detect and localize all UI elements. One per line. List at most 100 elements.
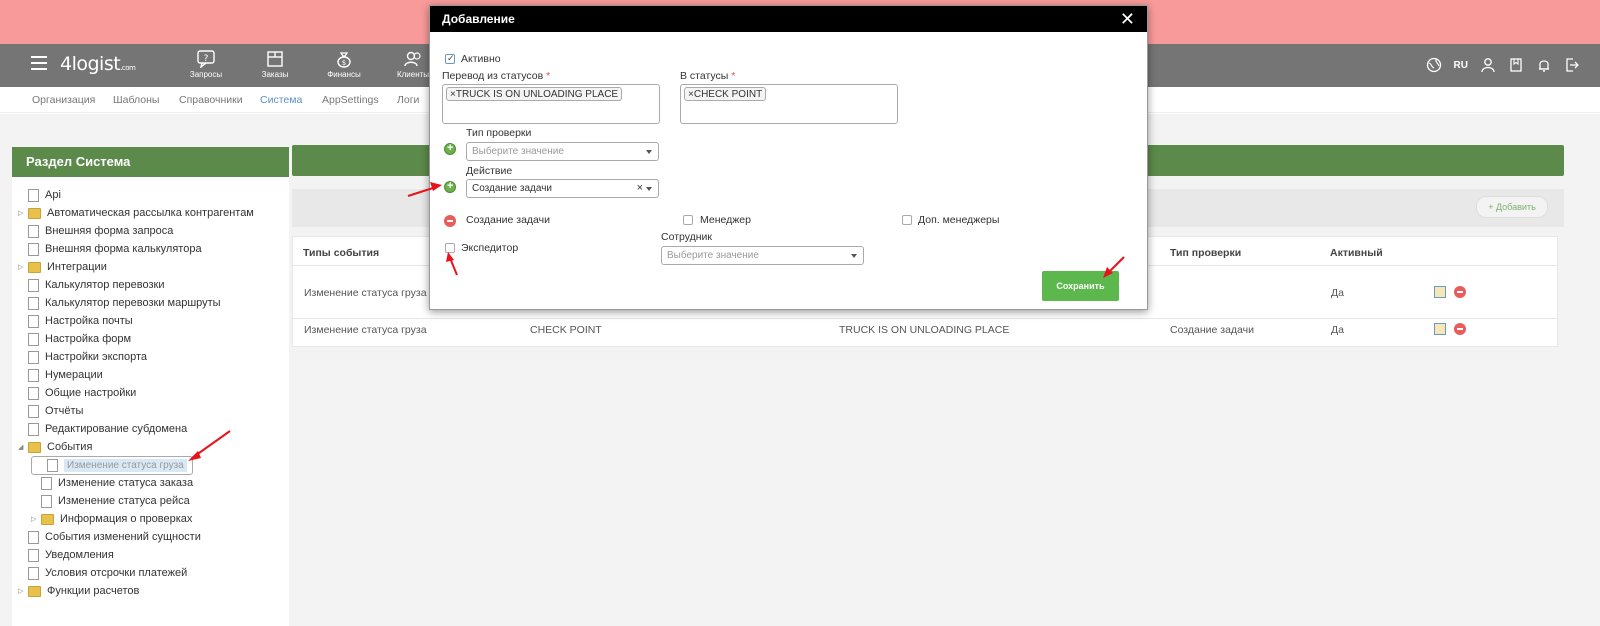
subnav-logs[interactable]: Логи <box>397 94 419 106</box>
document-icon <box>28 404 39 418</box>
app-logo[interactable]: 4logist.com <box>60 53 136 75</box>
sidebar-item-label: Внешняя форма калькулятора <box>45 243 202 255</box>
nav-clients-label: Клиенты <box>396 70 430 79</box>
sidebar-folder[interactable]: ▷ Интеграции <box>18 258 107 276</box>
sidebar-item-label: Условия отсрочки платежей <box>45 567 188 579</box>
clear-icon[interactable]: × <box>637 182 643 194</box>
sidebar-item[interactable]: Редактирование субдомена <box>18 420 187 438</box>
manager-label: Менеджер <box>700 214 751 226</box>
nav-finance[interactable]: $ Финансы <box>317 50 371 79</box>
sidebar-item[interactable]: Изменение статуса груза <box>31 456 193 475</box>
edit-icon[interactable] <box>1434 323 1446 335</box>
row2-check-type: Создание задачи <box>1170 324 1254 336</box>
sidebar-item[interactable]: Настройки экспорта <box>18 348 147 366</box>
from-statuses-text: Перевод из статусов <box>442 70 544 82</box>
caret-down-icon[interactable]: ◢ <box>18 443 28 451</box>
sidebar-item[interactable]: Внешняя форма запроса <box>18 222 173 240</box>
sidebar-item-label: Калькулятор перевозки маршруты <box>45 297 221 309</box>
sidebar-item[interactable]: Api <box>18 186 61 204</box>
employee-label: Сотрудник <box>661 231 713 243</box>
language-selector[interactable]: RU <box>1454 60 1468 71</box>
subnav-templates[interactable]: Шаблоны <box>113 94 159 106</box>
remove-action-icon[interactable] <box>444 215 456 227</box>
sidebar-item-label: Настройка почты <box>45 315 133 327</box>
sidebar-item[interactable]: Изменение статуса рейса <box>31 492 190 510</box>
sidebar-item-label: Нумерации <box>45 369 103 381</box>
dialog-title: Добавление <box>442 12 515 26</box>
sidebar-item[interactable]: Условия отсрочки платежей <box>18 564 187 582</box>
sidebar-item-label: Внешняя форма запроса <box>45 225 174 237</box>
sidebar-item[interactable]: Калькулятор перевозки <box>18 276 164 294</box>
action-label: Действие <box>466 165 513 177</box>
document-icon <box>28 242 39 256</box>
sidebar-item[interactable]: Настройка почты <box>18 312 133 330</box>
sidebar-item-label: Интеграции <box>47 261 107 273</box>
logout-icon[interactable] <box>1564 57 1580 73</box>
add-check-type-icon[interactable] <box>444 142 456 155</box>
subnav-organization[interactable]: Организация <box>32 94 95 106</box>
row-divider <box>293 318 1557 319</box>
sidebar-folder[interactable]: ▷ Автоматическая рассылка контрагентам <box>18 204 254 222</box>
check-type-select[interactable]: Выберите значение <box>466 142 659 161</box>
to-status-tag[interactable]: ×CHECK POINT <box>684 87 767 101</box>
globe-icon[interactable] <box>1426 57 1442 73</box>
action-select[interactable]: Создание задачи × <box>466 179 659 198</box>
user-icon[interactable] <box>1480 57 1496 73</box>
bell-icon[interactable] <box>1536 57 1552 73</box>
sidebar-item-label: Api <box>45 189 61 201</box>
sidebar-folder[interactable]: ▷ Функции расчетов <box>18 582 139 600</box>
sidebar-item-label: Настройка форм <box>45 333 132 345</box>
sidebar-item-label: Функции расчетов <box>47 585 140 597</box>
sidebar-item-label: Калькулятор перевозки <box>45 279 165 291</box>
sidebar-item-label: Изменение статуса заказа <box>58 477 194 489</box>
sidebar-item[interactable]: Общие настройки <box>18 384 136 402</box>
caret-right-icon[interactable]: ▷ <box>18 587 28 595</box>
nav-finance-label: Финансы <box>327 70 361 79</box>
to-statuses-field[interactable]: ×CHECK POINT <box>680 84 898 124</box>
active-checkbox[interactable] <box>445 53 455 64</box>
sidebar-item[interactable]: Уведомления <box>18 546 114 564</box>
subnav-references[interactable]: Справочники <box>179 94 243 106</box>
sidebar-folder[interactable]: ◢ События <box>18 438 92 456</box>
annotation-arrow <box>446 252 458 276</box>
sidebar-folder[interactable]: ▷ Информация о проверках <box>31 510 192 528</box>
caret-right-icon[interactable]: ▷ <box>18 263 28 271</box>
document-icon <box>28 224 39 238</box>
sidebar-item-label: Автоматическая рассылка контрагентам <box>47 207 254 219</box>
sidebar-item[interactable]: Отчёты <box>18 402 83 420</box>
delete-icon[interactable] <box>1454 286 1466 298</box>
column-header-event-type: Типы события <box>303 247 380 259</box>
folder-icon <box>28 441 41 453</box>
extra-managers-checkbox[interactable] <box>902 215 912 225</box>
plus-icon: + <box>1488 202 1496 212</box>
sidebar-item-label: События изменений сущности <box>45 531 201 543</box>
sidebar-item[interactable]: Внешняя форма калькулятора <box>18 240 202 258</box>
to-statuses-text: В статусы <box>680 70 729 82</box>
sidebar-item[interactable]: Настройка форм <box>18 330 131 348</box>
subnav-system[interactable]: Система <box>260 94 302 106</box>
menu-icon[interactable] <box>31 56 47 70</box>
to-status-tag-label: CHECK POINT <box>693 89 763 100</box>
edit-icon[interactable] <box>1434 286 1446 298</box>
employee-select[interactable]: Выберите значение <box>661 246 864 265</box>
dialog-header: Добавление ✕ <box>430 6 1147 32</box>
sidebar-item[interactable]: Нумерации <box>18 366 103 384</box>
manager-checkbox[interactable] <box>683 215 693 225</box>
nav-requests[interactable]: ? Запросы <box>179 50 233 79</box>
sidebar: Раздел Система Api ▷ Автоматическая рассыл… <box>12 147 289 626</box>
caret-right-icon[interactable]: ▷ <box>31 515 41 523</box>
add-button[interactable]: + Добавить <box>1476 196 1548 218</box>
from-status-tag[interactable]: ×TRUCK IS ON UNLOADING PLACE <box>446 87 623 101</box>
delete-icon[interactable] <box>1454 323 1466 335</box>
caret-right-icon[interactable]: ▷ <box>18 209 28 217</box>
sidebar-item[interactable]: Калькулятор перевозки маршруты <box>18 294 221 312</box>
from-statuses-field[interactable]: ×TRUCK IS ON UNLOADING PLACE <box>442 84 660 124</box>
sidebar-item[interactable]: Изменение статуса заказа <box>31 474 193 492</box>
bookmark-icon[interactable] <box>1508 57 1524 73</box>
column-header-check-type: Тип проверки <box>1170 247 1242 259</box>
nav-orders[interactable]: Заказы <box>248 50 302 79</box>
sidebar-item-label: Общие настройки <box>45 387 137 399</box>
sidebar-item[interactable]: События изменений сущности <box>18 528 201 546</box>
subnav-appsettings[interactable]: AppSettings <box>322 94 379 106</box>
close-icon[interactable]: ✕ <box>1120 9 1135 30</box>
